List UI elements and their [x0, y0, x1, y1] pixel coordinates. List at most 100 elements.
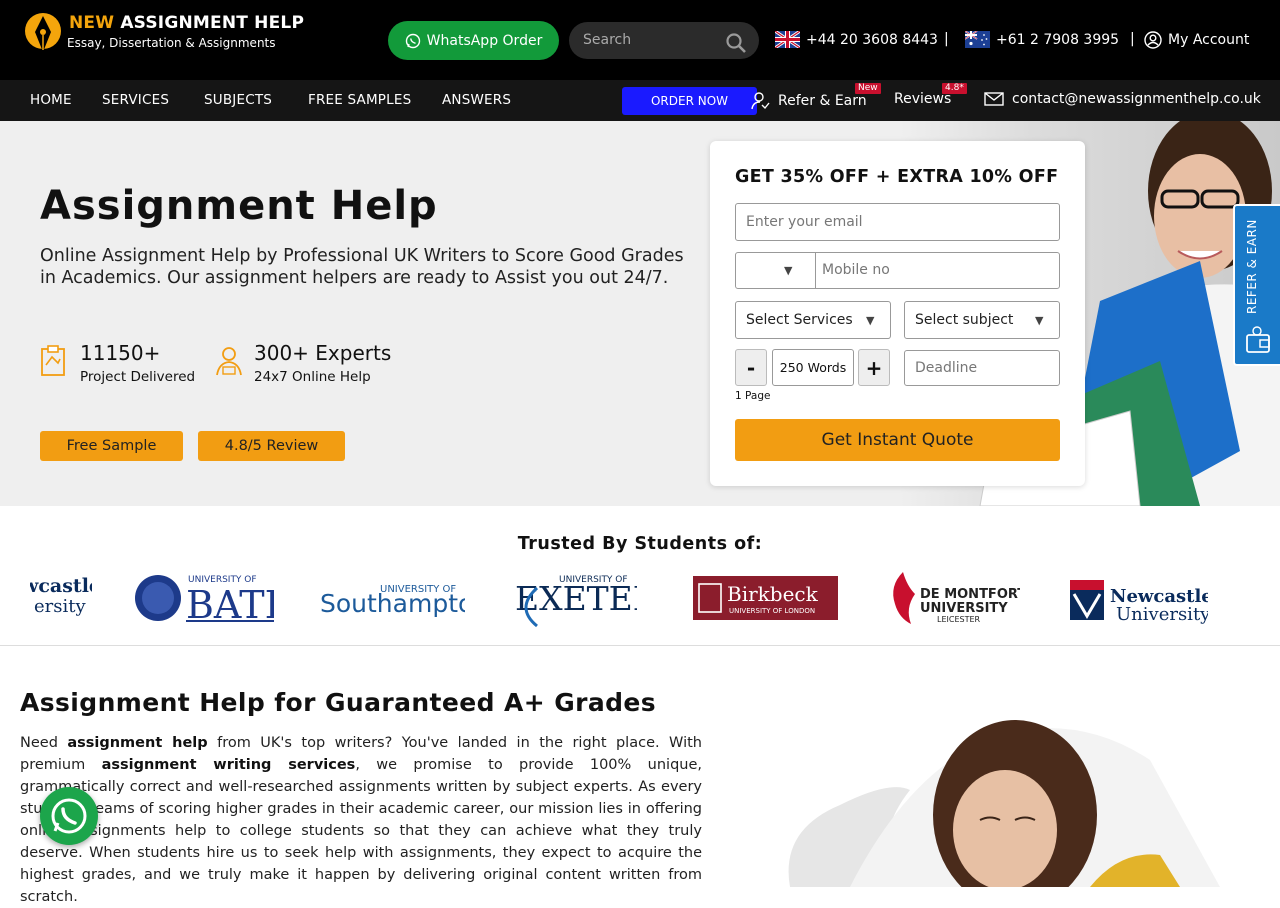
main-nav: HOME SERVICES SUBJECTS FREE SAMPLES ANSW…	[0, 80, 1280, 121]
search-box[interactable]	[569, 22, 759, 59]
mail-icon	[984, 92, 1004, 106]
assignment-help-link[interactable]: assignment help	[67, 735, 207, 751]
whatsapp-icon	[405, 33, 420, 48]
mobile-field: ▼	[735, 252, 1060, 289]
logo-wordmark: NEW ASSIGNMENT HELP	[69, 13, 305, 33]
email-field[interactable]	[735, 203, 1060, 241]
chevron-down-icon: ▼	[866, 314, 875, 327]
quote-form: GET 35% OFF + EXTRA 10% OFF ▼ Select Ser…	[710, 141, 1085, 486]
svg-text:LEICESTER: LEICESTER	[937, 615, 981, 624]
services-select-label: Select Services	[746, 312, 853, 328]
stat-experts-label: 24x7 Online Help	[254, 369, 371, 385]
quote-form-heading: GET 35% OFF + EXTRA 10% OFF	[735, 167, 1059, 187]
nav-subjects[interactable]: SUBJECTS	[204, 92, 272, 108]
newcastle-university-logo: wcastle ersity	[30, 575, 92, 617]
whatsapp-icon	[51, 798, 87, 834]
svg-text:EXETER: EXETER	[515, 579, 637, 618]
birkbeck-university-of-london-logo: Birkbeck UNIVERSITY OF LONDON	[693, 576, 838, 620]
intro-text: Need	[20, 735, 68, 751]
svg-text:Birkbeck: Birkbeck	[727, 582, 819, 606]
increase-words-button[interactable]: +	[858, 349, 890, 386]
chevron-down-icon: ▼	[1035, 314, 1044, 327]
svg-text:ersity: ersity	[34, 596, 86, 617]
university-of-southampton-logo: UNIVERSITY OF Southampton	[320, 584, 465, 618]
search-input[interactable]	[583, 30, 723, 50]
email-input[interactable]	[746, 214, 1059, 230]
logo-tagline: Essay, Dissertation & Assignments	[67, 36, 276, 50]
free-sample-button[interactable]: Free Sample	[40, 431, 183, 461]
phone-au-number: +61 2 7908 3995	[996, 31, 1120, 48]
newcastle-university-logo: Newcastle University	[1070, 580, 1208, 625]
order-now-button[interactable]: ORDER NOW	[622, 87, 757, 115]
search-icon[interactable]	[725, 32, 747, 54]
intro-paragraph: Need assignment help from UK's top write…	[20, 732, 702, 908]
trusted-heading: Trusted By Students of:	[517, 534, 763, 554]
my-account-link[interactable]: My Account	[1144, 31, 1249, 49]
svg-text:UNIVERSITY OF LONDON: UNIVERSITY OF LONDON	[729, 607, 815, 615]
stat-projects-label: Project Delivered	[80, 369, 196, 385]
svg-text:Southampton: Southampton	[320, 589, 465, 618]
svg-text:University: University	[1116, 604, 1208, 625]
my-account-label: My Account	[1168, 32, 1250, 48]
floating-whatsapp-button[interactable]	[40, 787, 98, 845]
user-icon	[1144, 31, 1162, 49]
nav-answers[interactable]: ANSWERS	[442, 92, 511, 108]
phone-uk[interactable]: +44 20 3608 8443	[775, 31, 938, 48]
hero-section: Assignment Help Online Assignment Help b…	[0, 121, 1280, 506]
site-logo[interactable]: NEW ASSIGNMENT HELP Essay, Dissertation …	[24, 10, 304, 56]
page-title: Assignment Help	[40, 183, 438, 229]
review-button[interactable]: 4.8/5 Review	[198, 431, 345, 461]
stat-projects-value: 11150+	[80, 341, 161, 365]
nav-free-samples[interactable]: FREE SAMPLES	[308, 92, 411, 108]
phone-uk-number: +44 20 3608 8443	[806, 31, 938, 48]
chevron-down-icon: ▼	[784, 264, 793, 277]
intro-text: , we promise to provide 100% unique, gra…	[20, 757, 702, 905]
get-instant-quote-button[interactable]: Get Instant Quote	[735, 419, 1060, 461]
contact-email-link[interactable]: contact@newassignmenthelp.co.uk	[984, 91, 1261, 107]
whatsapp-order-button[interactable]: WhatsApp Order	[388, 21, 559, 60]
new-badge: New	[855, 83, 881, 94]
top-bar: NEW ASSIGNMENT HELP Essay, Dissertation …	[0, 0, 1280, 80]
australia-flag-icon	[965, 31, 990, 48]
phone-au[interactable]: +61 2 7908 3995	[965, 31, 1119, 48]
section-heading: Assignment Help for Guaranteed A+ Grades	[20, 688, 657, 717]
refer-user-icon	[751, 92, 770, 110]
stat-experts-value: 300+ Experts	[254, 341, 392, 365]
separator: |	[944, 31, 949, 47]
svg-text:DE MONTFORT: DE MONTFORT	[920, 587, 1020, 602]
nav-services[interactable]: SERVICES	[102, 92, 169, 108]
de-montfort-university-logo: DE MONTFORT UNIVERSITY LEICESTER	[893, 572, 1020, 624]
services-select[interactable]: Select Services ▼	[735, 301, 891, 339]
expert-icon	[216, 347, 242, 376]
assignment-writing-services-link[interactable]: assignment writing services	[102, 757, 356, 773]
hero-subtitle: Online Assignment Help by Professional U…	[40, 246, 684, 288]
whatsapp-order-label: WhatsApp Order	[426, 32, 543, 49]
country-code-select[interactable]: ▼	[736, 253, 816, 288]
decrease-words-button[interactable]: -	[735, 349, 767, 386]
page-count: 1 Page	[735, 390, 771, 402]
contact-email-label: contact@newassignmenthelp.co.uk	[1012, 91, 1261, 107]
pen-nib-icon	[25, 13, 61, 52]
deadline-field[interactable]	[904, 350, 1060, 386]
wallet-icon	[1246, 326, 1270, 353]
subject-select-label: Select subject	[915, 312, 1014, 328]
refer-earn-side-label: REFER & EARN	[1245, 219, 1259, 314]
svg-text:wcastle: wcastle	[30, 575, 92, 597]
nav-home[interactable]: HOME	[30, 92, 72, 108]
uk-flag-icon	[775, 31, 800, 48]
clipboard-icon	[41, 345, 65, 376]
trusted-by-section: Trusted By Students of: wcastle ersity U…	[0, 506, 1280, 646]
university-of-bath-logo: UNIVERSITY OF BATH	[135, 575, 274, 627]
subject-select[interactable]: Select subject ▼	[904, 301, 1060, 339]
reviews-rating-badge: 4.8*	[942, 83, 967, 94]
refer-earn-label: Refer & Earn	[778, 93, 867, 109]
mobile-input[interactable]	[822, 262, 1052, 278]
word-count-display[interactable]: 250 Words	[772, 349, 854, 386]
refer-earn-link[interactable]: Refer & Earn	[750, 91, 867, 111]
refer-earn-side-tab[interactable]: REFER & EARN	[1233, 204, 1280, 366]
university-of-exeter-logo: UNIVERSITY OF EXETER	[515, 575, 637, 628]
separator: |	[1130, 31, 1135, 47]
deadline-input[interactable]	[915, 360, 1059, 376]
svg-text:UNIVERSITY: UNIVERSITY	[920, 601, 1008, 616]
student-studying-photo	[788, 720, 1220, 887]
